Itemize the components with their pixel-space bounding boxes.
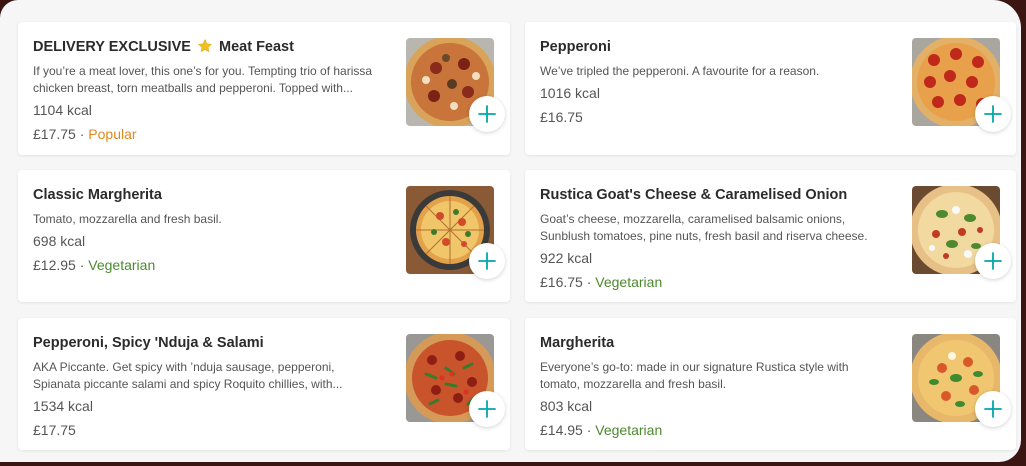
menu-panel: DELIVERY EXCLUSIVE Meat Feast If you’re … <box>0 0 1021 462</box>
menu-item-description: If you’re a meat lover, this one’s for y… <box>33 63 391 97</box>
vegetarian-tag: Vegetarian <box>595 422 663 438</box>
description-line: AKA Piccante. Get spicy with ’nduja saus… <box>33 360 335 374</box>
menu-item-text: Margherita Everyone’s go-to: made in our… <box>540 334 898 439</box>
menu-item-title: Margherita <box>540 335 615 351</box>
plus-icon <box>984 105 1002 123</box>
menu-item-price: £12.95 <box>33 257 76 273</box>
menu-item-title: Pepperoni, Spicy 'Nduja & Salami <box>33 335 264 351</box>
menu-item-kcal: 698 kcal <box>33 233 86 249</box>
menu-item-title: DELIVERY EXCLUSIVE Meat Feast <box>33 38 391 56</box>
menu-item-description: AKA Piccante. Get spicy with ’nduja saus… <box>33 359 391 393</box>
menu-item-kcal: 1534 kcal <box>33 398 93 414</box>
menu-item-price: £17.75 <box>33 126 76 142</box>
menu-item-price: £17.75 <box>33 422 76 438</box>
menu-item-title: Classic Margherita <box>33 187 162 203</box>
menu-item-text: Rustica Goat's Cheese & Caramelised Onio… <box>540 186 898 291</box>
menu-item-description: Goat’s cheese, mozzarella, caramelised b… <box>540 211 898 245</box>
menu-item-text: Pepperoni We’ve tripled the pepperoni. A… <box>540 38 898 126</box>
menu-item-kcal: 922 kcal <box>540 250 593 266</box>
description-line: Sunblush tomatoes, pine nuts, fresh basi… <box>540 229 868 243</box>
plus-icon <box>984 400 1002 418</box>
menu-item-kcal: 1016 kcal <box>540 85 600 101</box>
plus-icon <box>478 400 496 418</box>
menu-item-price: £16.75 <box>540 109 583 125</box>
add-to-basket-button[interactable] <box>469 96 505 132</box>
add-to-basket-button[interactable] <box>469 243 505 279</box>
menu-item-card[interactable]: Pepperoni, Spicy 'Nduja & Salami AKA Pic… <box>18 318 510 450</box>
separator: · <box>582 422 596 438</box>
separator: · <box>75 126 89 142</box>
separator: · <box>582 274 596 290</box>
menu-item-text: Classic Margherita Tomato, mozzarella an… <box>33 186 391 274</box>
menu-item-card[interactable]: Classic Margherita Tomato, mozzarella an… <box>18 170 510 302</box>
description-line: Everyone’s go-to: made in our signature … <box>540 360 849 374</box>
description-line: Goat’s cheese, mozzarella, caramelised b… <box>540 212 846 226</box>
menu-item-title: Rustica Goat's Cheese & Caramelised Onio… <box>540 187 848 203</box>
description-line: Spianata piccante salami and spicy Roqui… <box>33 377 343 391</box>
vegetarian-tag: Vegetarian <box>595 274 663 290</box>
menu-item-description: We’ve tripled the pepperoni. A favourite… <box>540 63 898 80</box>
plus-icon <box>478 105 496 123</box>
add-to-basket-button[interactable] <box>469 391 505 427</box>
menu-item-title: Pepperoni <box>540 39 611 55</box>
menu-item-price-row: £17.75 <box>33 421 391 439</box>
menu-item-text: Pepperoni, Spicy 'Nduja & Salami AKA Pic… <box>33 334 391 439</box>
separator: · <box>75 257 89 273</box>
menu-item-price-row: £14.95 · Vegetarian <box>540 421 898 439</box>
page-frame: DELIVERY EXCLUSIVE Meat Feast If you’re … <box>0 0 1026 466</box>
description-line: Tomato, mozzarella and fresh basil. <box>33 212 222 226</box>
description-line: We’ve tripled the pepperoni. A favourite… <box>540 64 820 78</box>
exclusive-label: DELIVERY EXCLUSIVE <box>33 39 191 55</box>
menu-item-price: £16.75 <box>540 274 583 290</box>
description-line: If you’re a meat lover, this one’s for y… <box>33 64 373 78</box>
star-icon <box>198 39 212 53</box>
add-to-basket-button[interactable] <box>975 96 1011 132</box>
description-line: tomato, mozzarella and fresh basil. <box>540 377 727 391</box>
plus-icon <box>478 252 496 270</box>
menu-item-text: DELIVERY EXCLUSIVE Meat Feast If you’re … <box>33 38 391 143</box>
menu-item-card[interactable]: Pepperoni We’ve tripled the pepperoni. A… <box>525 22 1016 155</box>
menu-item-description: Everyone’s go-to: made in our signature … <box>540 359 898 393</box>
menu-item-card[interactable]: Margherita Everyone’s go-to: made in our… <box>525 318 1016 450</box>
menu-item-price-row: £16.75 · Vegetarian <box>540 273 898 291</box>
add-to-basket-button[interactable] <box>975 391 1011 427</box>
menu-item-kcal: 803 kcal <box>540 398 593 414</box>
vegetarian-tag: Vegetarian <box>88 257 156 273</box>
menu-item-price-row: £16.75 <box>540 108 898 126</box>
plus-icon <box>984 252 1002 270</box>
menu-item-name: Meat Feast <box>219 39 294 55</box>
menu-item-price-row: £12.95 · Vegetarian <box>33 256 391 274</box>
menu-item-kcal: 1104 kcal <box>33 102 92 118</box>
description-line: chicken breast, torn meatballs and peppe… <box>33 81 353 95</box>
menu-item-price: £14.95 <box>540 422 583 438</box>
menu-item-price-row: £17.75 · Popular <box>33 125 391 143</box>
popular-tag: Popular <box>88 126 137 142</box>
menu-item-description: Tomato, mozzarella and fresh basil. <box>33 211 391 228</box>
menu-item-card[interactable]: Rustica Goat's Cheese & Caramelised Onio… <box>525 170 1016 302</box>
menu-item-card[interactable]: DELIVERY EXCLUSIVE Meat Feast If you’re … <box>18 22 510 155</box>
add-to-basket-button[interactable] <box>975 243 1011 279</box>
